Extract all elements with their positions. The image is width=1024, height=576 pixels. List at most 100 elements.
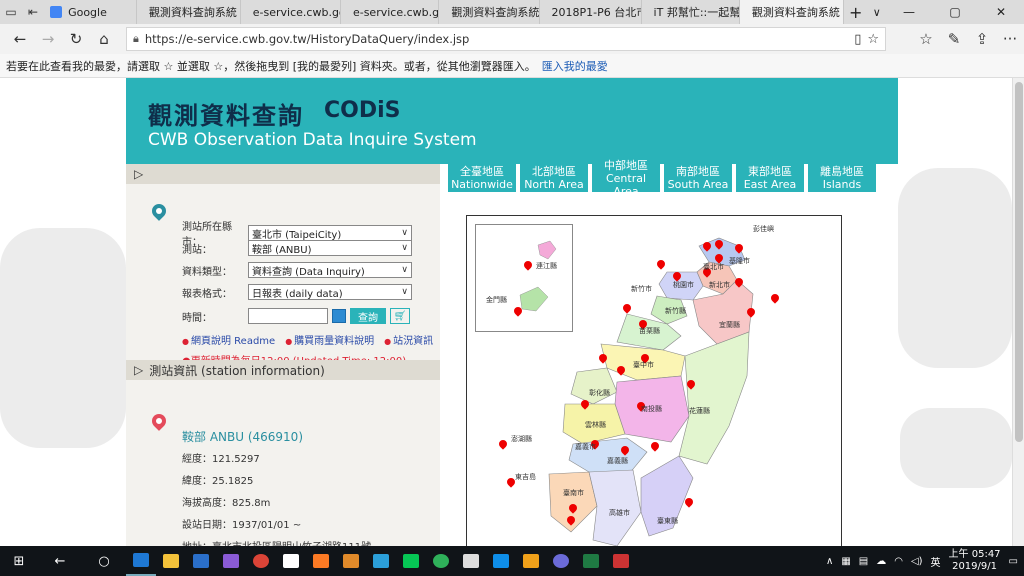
spider-app-icon[interactable] (606, 546, 636, 576)
region-north-button[interactable]: 北部地區 North Area (520, 164, 588, 192)
tab-3[interactable]: e-service.cwb.gov (241, 0, 341, 24)
input-method-icon[interactable]: 英 (931, 554, 941, 569)
back-arrow-icon[interactable]: ← (38, 546, 82, 576)
tab-2[interactable]: 觀測資料查詢系統 (137, 0, 241, 24)
tab-8-active[interactable]: 觀測資料查詢系統 × (739, 0, 844, 24)
excel-icon[interactable] (576, 546, 606, 576)
store-icon[interactable] (186, 546, 216, 576)
calendar-icon[interactable] (332, 309, 346, 323)
tab-6[interactable]: 2018P1-P6 台北市 (540, 0, 642, 24)
station-start-date: 設站日期：1937/01/01 ~ (182, 520, 302, 531)
import-favorites-link[interactable]: 匯入我的最愛 (542, 58, 608, 74)
taiwan-counties-shapes (548, 237, 754, 546)
media-icon[interactable] (516, 546, 546, 576)
windows-start-icon[interactable]: ⊞ (0, 546, 38, 576)
station-pin-icon (149, 411, 169, 431)
help-links: 網頁說明 Readme 購買雨量資料說明 站況資訊 (182, 332, 433, 347)
search-icon[interactable]: ○ (82, 546, 126, 576)
taiwan-station-map[interactable]: 連江縣 金門縣 彭佳嶼 基隆市 臺北市 新北市 桃園市 新竹市 新竹縣 宜蘭縣 … (466, 215, 842, 546)
city-select[interactable]: 臺北市 (TaipeiCity) ∨ (248, 225, 412, 241)
triangle-right-icon: ▷ (134, 363, 144, 377)
remote-app-icon[interactable] (366, 546, 396, 576)
close-window-icon[interactable]: ✕ (978, 0, 1024, 24)
back-arrow-icon[interactable]: ← (6, 25, 34, 53)
banner-title-codis: CODiS (324, 98, 401, 123)
set-aside-tabs-icon[interactable]: ⇤ (22, 0, 44, 24)
tab-preview-icon[interactable]: ▭ (0, 0, 22, 24)
mail-icon[interactable] (276, 546, 306, 576)
region-south-button[interactable]: 南部地區 South Area (664, 164, 732, 192)
visual-studio-icon[interactable] (216, 546, 246, 576)
tab-list-chevron-icon[interactable]: ∨ (868, 0, 886, 24)
navigation-bar: ← → ↻ ⌂ 🔒︎ https://e-service.cwb.gov.tw/… (0, 24, 1024, 54)
new-tab-button[interactable]: + (844, 0, 868, 24)
favorite-star-icon[interactable]: ☆ (867, 32, 879, 47)
refresh-icon[interactable]: ↻ (62, 25, 90, 53)
home-icon[interactable]: ⌂ (90, 25, 118, 53)
edge-browser-icon[interactable] (126, 546, 156, 576)
windows-taskbar: ⊞ ← ○ ∧ ▦ ▤ ☁ ◠ ◁) 英 上午 05:47 2019/9/1 ▭ (0, 546, 1024, 576)
station-select[interactable]: 鞍部 (ANBU) ∨ (248, 240, 412, 256)
wifi-icon[interactable]: ◠ (894, 556, 903, 567)
station-status-link[interactable]: 站況資訊 (384, 332, 433, 347)
date-input[interactable] (248, 308, 328, 324)
green-app-icon[interactable] (426, 546, 456, 576)
region-central-button[interactable]: 中部地區 Central Area (592, 159, 660, 198)
station-longitude: 經度：121.5297 (182, 454, 260, 465)
station-address: 地址：臺北市北投區陽明山竹子湖路111號 (182, 538, 371, 546)
cloud-icon[interactable]: ☁ (876, 556, 886, 567)
chevron-down-icon: ∨ (401, 228, 408, 238)
notification-icon[interactable]: ▭ (1009, 556, 1018, 567)
readme-link[interactable]: 網頁說明 Readme (182, 332, 275, 347)
network-app-icon[interactable] (336, 546, 366, 576)
calculator-icon[interactable] (456, 546, 486, 576)
scrollbar-thumb[interactable] (1015, 82, 1023, 442)
chrome-icon[interactable] (246, 546, 276, 576)
tray-chevron-up-icon[interactable]: ∧ (826, 556, 833, 567)
address-bar[interactable]: 🔒︎ https://e-service.cwb.gov.tw/HistoryD… (126, 27, 886, 51)
favorites-hint: 若要在此查看我的最愛，請選取 ☆ 並選取 ☆，然後拖曳到 [我的最愛列] 資料夾… (6, 59, 536, 73)
tray-app-icon[interactable]: ▦ (841, 556, 850, 567)
tab-7[interactable]: iT 邦幫忙::一起幫忙 (642, 0, 740, 24)
banner-title-en: CWB Observation Data Inquire System (148, 130, 477, 150)
query-panel-header[interactable]: ▷ (126, 164, 440, 184)
station-latitude: 緯度：25.1825 (182, 476, 254, 487)
format-select[interactable]: 日報表 (daily data) ∨ (248, 284, 412, 300)
region-east-button[interactable]: 東部地區 East Area (736, 164, 804, 192)
chevron-down-icon: ∨ (401, 287, 408, 297)
more-menu-icon[interactable]: ··· (996, 25, 1024, 53)
tray-app-icon[interactable]: ▤ (859, 556, 868, 567)
forward-arrow-icon[interactable]: → (34, 25, 62, 53)
region-nationwide-button[interactable]: 全臺地區 Nationwide (448, 164, 516, 192)
favorites-bar: 若要在此查看我的最愛，請選取 ☆ 並選取 ☆，然後拖曳到 [我的最愛列] 資料夾… (0, 54, 1024, 78)
reading-view-icon[interactable]: ▯ (854, 32, 861, 47)
minimize-icon[interactable]: — (886, 0, 932, 24)
maximize-icon[interactable]: ▢ (932, 0, 978, 24)
tab-5[interactable]: 觀測資料查詢系統 (439, 0, 540, 24)
tab-1[interactable]: Google (44, 0, 137, 24)
region-islands-button[interactable]: 離島地區 Islands (808, 164, 876, 192)
type-select[interactable]: 資料查詢 (Data Inquiry) ∨ (248, 262, 412, 278)
tab-4[interactable]: e-service.cwb.gov (341, 0, 440, 24)
station-info-header[interactable]: ▷ 測站資訊 (station information) (126, 360, 440, 380)
line-icon[interactable] (396, 546, 426, 576)
file-explorer-icon[interactable] (156, 546, 186, 576)
url-text[interactable]: https://e-service.cwb.gov.tw/HistoryData… (145, 32, 848, 46)
xampp-icon[interactable] (306, 546, 336, 576)
page-scrollbar[interactable] (1012, 78, 1024, 546)
lock-icon: 🔒︎ (133, 32, 139, 45)
volume-icon[interactable]: ◁) (911, 556, 923, 567)
query-panel: ▷ 測站所在縣市： 臺北市 (TaipeiCity) ∨ 測站： 鞍部 (ANBU… (126, 164, 440, 546)
share-icon[interactable]: ⇪ (968, 25, 996, 53)
location-pin-icon (149, 201, 169, 221)
query-button[interactable]: 查詢 (350, 308, 386, 324)
teamviewer-icon[interactable] (486, 546, 516, 576)
cart-icon[interactable]: 🛒︎ (390, 308, 410, 324)
notes-pen-icon[interactable]: ✎ (940, 25, 968, 53)
taskbar-clock[interactable]: 上午 05:47 2019/9/1 (949, 549, 1001, 573)
favorites-hub-icon[interactable]: ☆ (912, 25, 940, 53)
dark-app-icon[interactable] (546, 546, 576, 576)
station-row: 測站： 鞍部 (ANBU) ∨ (182, 240, 412, 256)
google-icon (50, 6, 63, 18)
rain-data-link[interactable]: 購買雨量資料說明 (285, 332, 374, 347)
